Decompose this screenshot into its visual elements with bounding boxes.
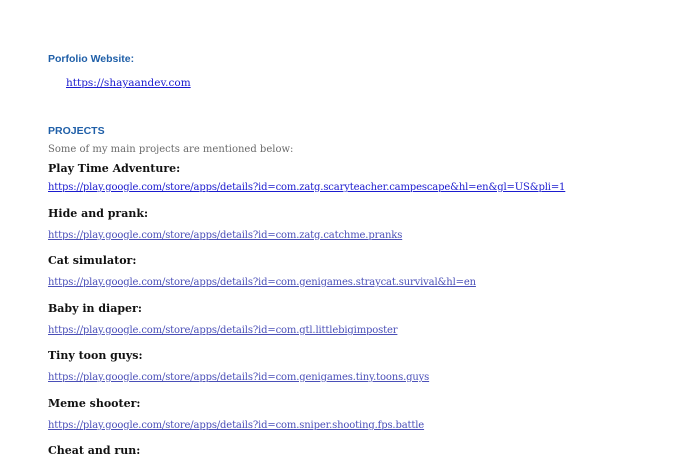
projects-intro: Some of my main projects are mentioned b… <box>48 144 294 155</box>
document-page: Porfolio Website: https://shayaandev.com… <box>0 0 680 459</box>
project-title: Cheat and run: <box>48 444 141 457</box>
project-title: Baby in diaper: <box>48 302 142 315</box>
project-title: Meme shooter: <box>48 397 141 410</box>
project-link[interactable]: https://play.google.com/store/apps/detai… <box>48 277 476 288</box>
project-title: Cat simulator: <box>48 254 137 267</box>
project-title: Play Time Adventure: <box>48 162 181 175</box>
project-link[interactable]: https://play.google.com/store/apps/detai… <box>48 230 402 241</box>
project-link[interactable]: https://play.google.com/store/apps/detai… <box>48 420 424 431</box>
project-title: Hide and prank: <box>48 207 149 220</box>
portfolio-heading: Porfolio Website: <box>48 53 135 65</box>
project-link[interactable]: https://play.google.com/store/apps/detai… <box>48 182 565 193</box>
portfolio-link[interactable]: https://shayaandev.com <box>66 77 191 89</box>
project-link[interactable]: https://play.google.com/store/apps/detai… <box>48 372 429 383</box>
projects-heading: PROJECTS <box>48 125 105 137</box>
project-link[interactable]: https://play.google.com/store/apps/detai… <box>48 325 398 336</box>
project-title: Tiny toon guys: <box>48 349 143 362</box>
